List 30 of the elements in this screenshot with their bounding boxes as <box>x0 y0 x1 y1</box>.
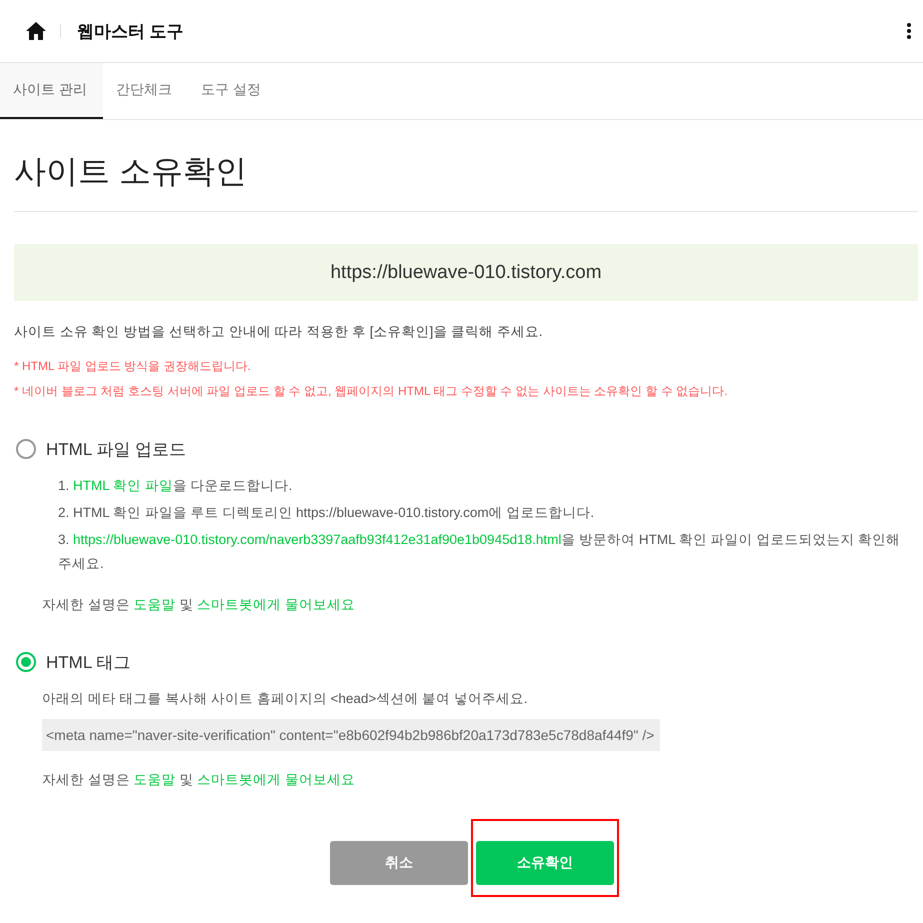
option-label[interactable]: HTML 태그 <box>46 650 130 674</box>
more-menu-icon[interactable] <box>907 23 911 39</box>
help-text: 자세한 설명은 도움말 및 스마트봇에게 물어보세요 <box>42 771 356 789</box>
option-label[interactable]: HTML 파일 업로드 <box>46 438 186 460</box>
home-icon[interactable] <box>26 22 46 40</box>
radio-button[interactable] <box>16 652 36 672</box>
app-title: 웹마스터 도구 <box>77 20 184 42</box>
text-link[interactable]: 스마트봇에게 물어보세요 <box>197 772 355 787</box>
text-link[interactable]: 도움말 <box>134 597 176 612</box>
description-text: 아래의 메타 태그를 복사해 사이트 홈페이지의 <head>섹션에 붙여 넣어주세요. <box>42 690 529 708</box>
text-link[interactable]: https://bluewave-010.tistory.com/naverb3397aafb93f412e31af90e1b0945d18.html <box>73 532 562 547</box>
page-title: 사이트 소유확인 <box>14 120 918 212</box>
nav-tab[interactable]: 사이트 관리 <box>0 63 103 119</box>
warning-note: * 네이버 블로그 처럼 호스팅 서버에 파일 업로드 할 수 없고, 웹페이지의 HTML 태그 수정할 수 없는 사이트는 소유확인 할 수 없습니다. <box>14 383 729 400</box>
confirm-button[interactable]: 소유확인 <box>476 841 614 885</box>
instruction-text: 사이트 소유 확인 방법을 선택하고 안내에 따라 적용한 후 [소유확인]을 클릭해 주세요. <box>14 323 544 341</box>
step-text: 1. HTML 확인 파일 을 다운로드합니다. <box>58 477 294 495</box>
radio-button[interactable] <box>16 439 36 459</box>
text-link[interactable]: 도움말 <box>134 772 176 787</box>
meta-tag-code: <meta name="naver-site-verification" content="e8b602f94b2b986bf20a173d783e5c78d8af44f9" /> <box>42 719 660 751</box>
step-text: 2. HTML 확인 파일을 루트 디렉토리인 https://bluewave-010.tistory.com에 업로드합니다. <box>58 504 596 522</box>
nav-tab[interactable]: 간단체크 <box>102 63 188 119</box>
warning-note: * HTML 파일 업로드 방식을 권장해드립니다. <box>14 358 252 375</box>
cancel-button[interactable]: 취소 <box>330 841 468 885</box>
site-url-banner: https://bluewave-010.tistory.com <box>14 244 918 301</box>
help-text: 자세한 설명은 도움말 및 스마트봇에게 물어보세요 <box>42 596 356 614</box>
step-text: 3. https://bluewave-010.tistory.com/naverb3397aafb93f412e31af90e1b0945d18.html을 방문하여 HTML 확인 파일이 업로드되었는지 확인해 주세요. <box>58 531 902 573</box>
text-link[interactable]: 스마트봇에게 물어보세요 <box>197 597 355 612</box>
nav-tab[interactable]: 도구 설정 <box>188 63 277 119</box>
text-link[interactable]: HTML 확인 파일 <box>73 478 173 493</box>
